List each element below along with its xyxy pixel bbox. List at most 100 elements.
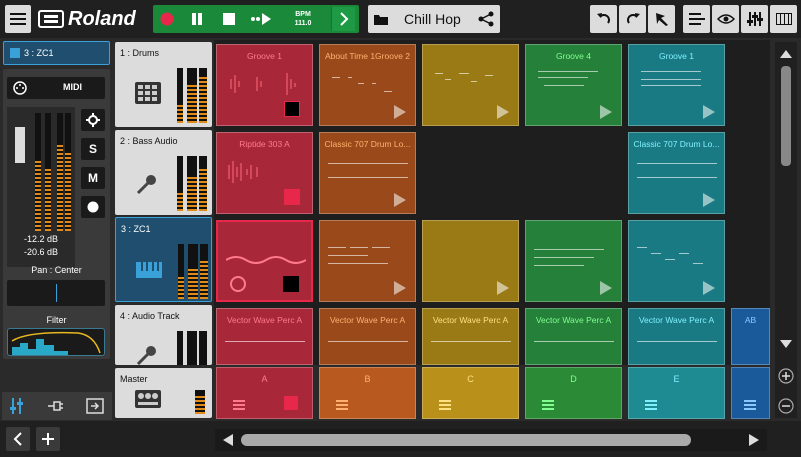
add-track-icon[interactable] bbox=[36, 427, 60, 451]
clip[interactable]: AB bbox=[731, 308, 770, 365]
vertical-scrollbar-thumb[interactable] bbox=[781, 66, 791, 166]
master-controller-icon bbox=[135, 390, 161, 408]
vertical-scroll-area bbox=[775, 42, 797, 418]
clip-label: Vector Wave Perc A bbox=[226, 315, 303, 325]
scene-b[interactable]: B bbox=[319, 367, 416, 419]
plugin-tab-icon[interactable] bbox=[46, 398, 64, 414]
clip[interactable] bbox=[525, 220, 622, 302]
scroll-left-icon[interactable] bbox=[223, 434, 233, 446]
eye-icon[interactable] bbox=[712, 5, 739, 33]
clip[interactable] bbox=[319, 220, 416, 302]
master-header[interactable]: Master bbox=[115, 368, 212, 418]
export-tab-icon[interactable] bbox=[86, 398, 104, 414]
clip[interactable]: Groove 1 bbox=[628, 44, 725, 126]
song-name: Chill Hop bbox=[404, 11, 461, 27]
track-header-3[interactable]: 3 : ZC1 bbox=[115, 217, 212, 302]
track-list-icon[interactable] bbox=[683, 5, 710, 33]
zoom-in-icon[interactable] bbox=[778, 368, 794, 384]
track-inspector: 3 : ZC1 MIDI -12.2 dB -20.6 dB S M Pan :… bbox=[0, 38, 112, 418]
db-readout-2: -20.6 dB bbox=[23, 247, 59, 257]
clip-playing[interactable] bbox=[216, 220, 313, 302]
track-header-1[interactable]: 1 : Drums bbox=[115, 42, 212, 127]
clip[interactable]: Vector Wave Perc A bbox=[628, 308, 725, 365]
scroll-down-icon[interactable] bbox=[780, 340, 792, 348]
scene-d[interactable]: D bbox=[525, 367, 622, 419]
clip[interactable]: Groove 1 bbox=[216, 44, 313, 126]
clip[interactable]: Riptide 303 A bbox=[216, 132, 313, 214]
clip[interactable]: Vector Wave Perc A bbox=[216, 308, 313, 365]
scroll-up-icon[interactable] bbox=[780, 50, 792, 58]
keyboard-icon bbox=[136, 262, 162, 278]
clip[interactable] bbox=[628, 220, 725, 302]
track-header-2[interactable]: 2 : Bass Audio bbox=[115, 130, 212, 215]
clip[interactable]: Groove 4 bbox=[525, 44, 622, 126]
mixer-tab-icon[interactable] bbox=[10, 398, 28, 414]
scene-e[interactable]: E bbox=[628, 367, 725, 419]
transport-bar: BPM 111.0 bbox=[153, 5, 359, 33]
solo-button[interactable]: S bbox=[81, 138, 105, 160]
menu-icon[interactable] bbox=[5, 5, 31, 33]
clip-label: Vector Wave Perc A bbox=[432, 315, 509, 325]
collapse-icon[interactable] bbox=[6, 427, 30, 451]
scene-label: E bbox=[673, 374, 680, 384]
pointer-icon[interactable] bbox=[648, 5, 675, 33]
scene-menu-icon[interactable] bbox=[439, 400, 451, 410]
filter-label: Filter bbox=[46, 315, 67, 325]
bpm-label: BPM bbox=[295, 11, 311, 18]
clip[interactable]: Vector Wave Perc A bbox=[319, 308, 416, 365]
pan-label: Pan : Center bbox=[31, 265, 82, 275]
inspector-body: MIDI -12.2 dB -20.6 dB S M Pan : Center … bbox=[3, 69, 110, 359]
selected-track-header[interactable]: 3 : ZC1 bbox=[3, 41, 110, 65]
pause-icon[interactable] bbox=[185, 7, 209, 31]
scroll-right-icon[interactable] bbox=[749, 434, 759, 446]
scene-menu-icon[interactable] bbox=[336, 400, 348, 410]
clip[interactable]: About Time 1Groove 2 bbox=[319, 44, 416, 126]
record-icon[interactable] bbox=[155, 7, 179, 31]
clip[interactable]: Vector Wave Perc A bbox=[525, 308, 622, 365]
scene-label: D bbox=[570, 374, 577, 384]
track-header-4[interactable]: 4 : Audio Track bbox=[115, 305, 212, 365]
filter-display[interactable] bbox=[7, 328, 105, 356]
next-icon[interactable] bbox=[331, 7, 355, 31]
clip[interactable] bbox=[422, 44, 519, 126]
scene-menu-icon[interactable] bbox=[233, 400, 245, 410]
clip[interactable]: Classic 707 Drum Lo... bbox=[319, 132, 416, 214]
scene-menu-icon[interactable] bbox=[645, 400, 657, 410]
scene-menu-icon[interactable] bbox=[542, 400, 554, 410]
clip-grid: Groove 1 About Time 1Groove 2 Groove 4 G… bbox=[214, 40, 770, 365]
clip-label: Groove 1 bbox=[247, 51, 282, 61]
keyboard-icon[interactable] bbox=[770, 5, 797, 33]
scene-label: B bbox=[364, 374, 371, 384]
scene-c[interactable]: C bbox=[422, 367, 519, 419]
track-name: 1 : Drums bbox=[120, 48, 160, 58]
stop-icon[interactable] bbox=[217, 7, 241, 31]
settings-icon[interactable] bbox=[81, 109, 105, 131]
midi-button[interactable]: MIDI bbox=[7, 77, 105, 99]
pan-slider[interactable] bbox=[7, 280, 105, 306]
play-from-icon[interactable] bbox=[247, 7, 275, 31]
clip[interactable]: Vector Wave Perc A bbox=[422, 308, 519, 365]
clip[interactable] bbox=[422, 220, 519, 302]
arm-button[interactable] bbox=[81, 196, 105, 218]
horizontal-scrollbar-thumb[interactable] bbox=[241, 434, 691, 446]
song-selector[interactable]: Chill Hop bbox=[368, 5, 500, 33]
mute-button[interactable]: M bbox=[81, 167, 105, 189]
redo-icon[interactable] bbox=[619, 5, 646, 33]
roland-r-icon bbox=[38, 10, 64, 28]
track-name: 4 : Audio Track bbox=[120, 311, 180, 321]
bpm-display[interactable]: BPM 111.0 bbox=[281, 7, 325, 31]
keyboard-icon bbox=[10, 48, 20, 58]
undo-icon[interactable] bbox=[590, 5, 617, 33]
scene-menu-icon[interactable] bbox=[744, 400, 756, 410]
clip-label: Vector Wave Perc A bbox=[638, 315, 715, 325]
volume-fader[interactable] bbox=[15, 127, 25, 163]
selected-track-name: 3 : ZC1 bbox=[24, 48, 54, 58]
folder-icon bbox=[374, 15, 388, 25]
scene-f[interactable] bbox=[731, 367, 770, 419]
scene-stop-icon[interactable] bbox=[284, 396, 298, 410]
zoom-out-icon[interactable] bbox=[778, 398, 794, 414]
mixer-icon[interactable] bbox=[741, 5, 768, 33]
scene-a[interactable]: A bbox=[216, 367, 313, 419]
clip[interactable]: Classic 707 Drum Lo... bbox=[628, 132, 725, 214]
share-icon[interactable] bbox=[478, 11, 494, 27]
